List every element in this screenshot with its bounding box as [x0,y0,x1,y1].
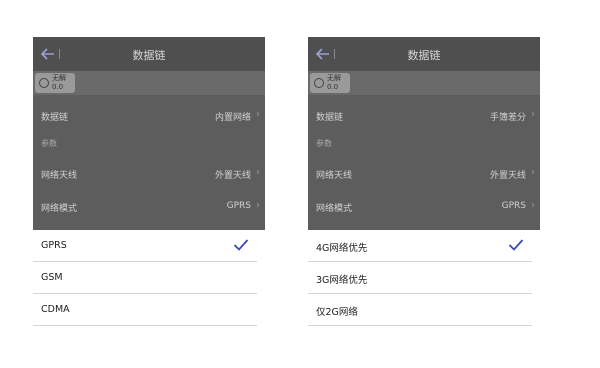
check-icon [508,239,524,251]
section-header-params: 参数 [316,139,332,148]
solution-precision-text: 0.0 [327,83,339,91]
option-item[interactable]: 3G网络优先 [308,262,532,294]
solution-status-badge[interactable]: 无解 0.0 [310,73,350,93]
network-mode-label: 网络模式 [41,204,78,214]
settings-screen-left: 数据链 无解 0.0 数据链 内置网络 › 参数 网络天线 外置天线 › 网络模… [33,37,265,326]
network-mode-value: GPRS [501,201,526,211]
antenna-label: 网络天线 [41,171,78,181]
option-item[interactable]: 仅2G网络 [308,294,532,326]
antenna-value: 外置天线 [489,171,526,181]
solution-precision-text: 0.0 [52,83,64,91]
solution-status-text: 无解 [327,74,341,82]
dimmed-settings-panel: 数据链 无解 0.0 数据链 手簿差分 › 参数 网络天线 外置天线 › 网络模… [308,37,540,230]
option-label: CDMA [41,304,70,315]
dimmed-settings-panel: 数据链 无解 0.0 数据链 内置网络 › 参数 网络天线 外置天线 › 网络模… [33,37,265,230]
chevron-right-icon: › [256,167,260,178]
datalink-value: 内置网络 [214,113,251,123]
status-bar: 无解 0.0 [33,71,265,95]
gnss-status-icon [314,78,324,88]
option-item[interactable]: 4G网络优先 [308,230,532,262]
chevron-right-icon: › [256,109,260,120]
chevron-right-icon: › [256,200,260,211]
app-header: 数据链 [308,37,540,71]
settings-screen-right: 数据链 无解 0.0 数据链 手簿差分 › 参数 网络天线 外置天线 › 网络模… [308,37,540,326]
antenna-label: 网络天线 [316,171,353,181]
chevron-right-icon: › [531,167,535,178]
option-item[interactable]: CDMA [33,294,257,326]
chevron-right-icon: › [531,109,535,120]
antenna-value: 外置天线 [214,171,251,181]
check-icon [233,239,249,251]
option-label: 仅2G网络 [316,307,358,318]
option-label: 3G网络优先 [316,275,368,286]
gnss-status-icon [39,78,49,88]
page-title: 数据链 [407,49,441,62]
status-bar: 无解 0.0 [308,71,540,95]
solution-status-badge[interactable]: 无解 0.0 [35,73,75,93]
solution-status-text: 无解 [52,74,66,82]
option-label: GPRS [41,240,67,251]
datalink-label: 数据链 [316,113,344,123]
page-title: 数据链 [132,49,166,62]
option-item[interactable]: GSM [33,262,257,294]
option-label: 4G网络优先 [316,243,368,254]
chevron-right-icon: › [531,200,535,211]
datalink-label: 数据链 [41,113,69,123]
network-mode-label: 网络模式 [316,204,353,214]
network-mode-value: GPRS [226,201,251,211]
option-item[interactable]: GPRS [33,230,257,262]
app-header: 数据链 [33,37,265,71]
section-header-params: 参数 [41,139,57,148]
option-label: GSM [41,272,63,283]
datalink-value: 手簿差分 [489,113,526,123]
